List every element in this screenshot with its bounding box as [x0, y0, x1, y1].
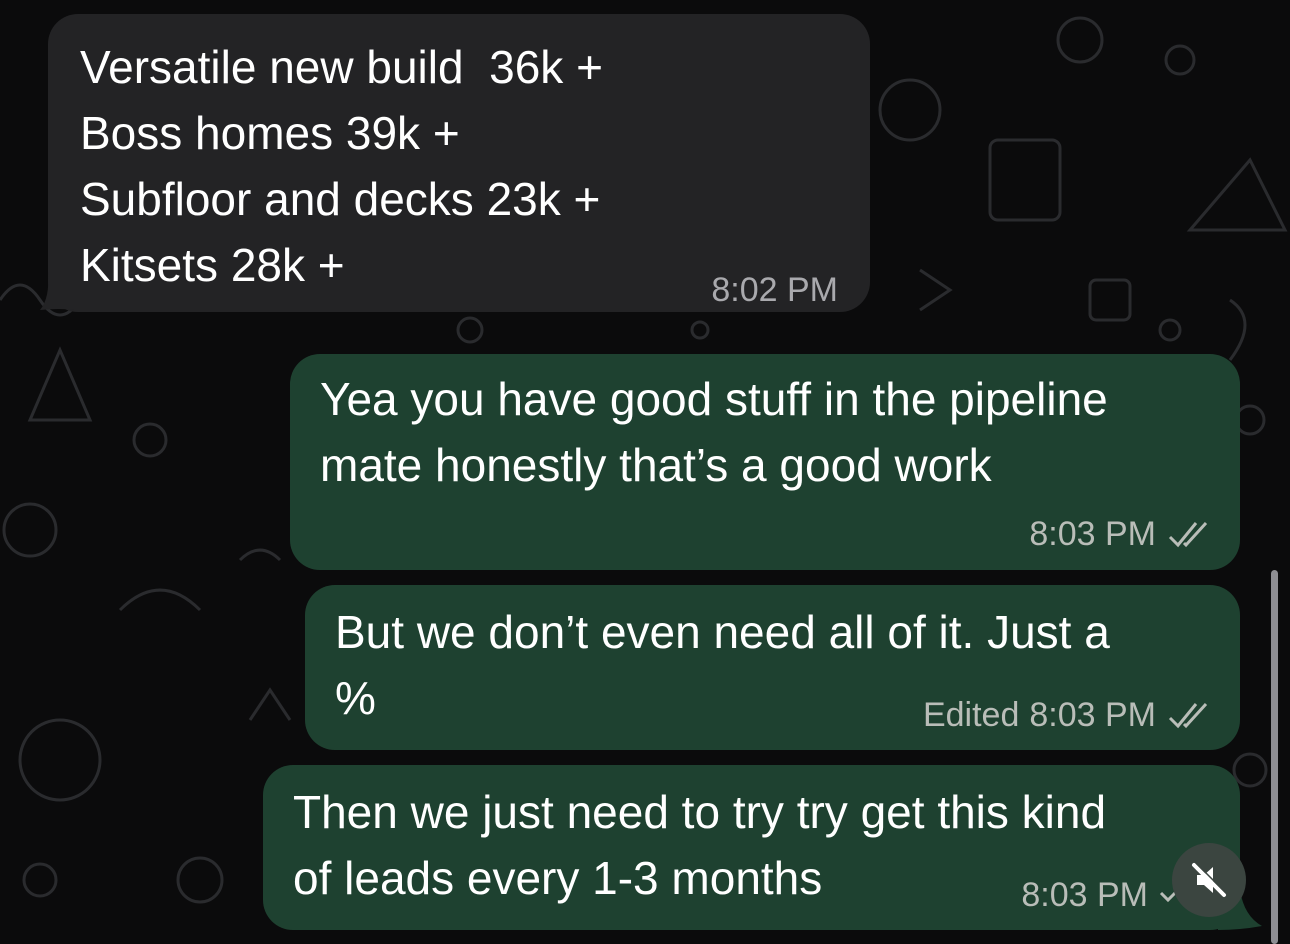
message-text-line: But we don’t even need all of it. Just a: [335, 606, 1110, 658]
message-bubble-outgoing[interactable]: Yea you have good stuff in the pipeline …: [290, 354, 1240, 570]
message-time: 8:03 PM: [1021, 876, 1148, 914]
edited-label: Edited: [922, 696, 1020, 734]
message-bubble-outgoing[interactable]: But we don’t even need all of it. Just a…: [305, 585, 1240, 750]
chat-scrollbar[interactable]: [1271, 570, 1278, 944]
message-time: 8:02 PM: [711, 271, 838, 309]
message-time: 8:03 PM: [1029, 515, 1156, 553]
bubble-tail-incoming: [40, 272, 74, 310]
message-meta: 8:02 PM: [711, 270, 838, 310]
message-meta: 8:03 PM: [1029, 514, 1212, 554]
message-text-line: Boss homes 39k +: [80, 107, 460, 159]
message-text-line: Subfloor and decks 23k +: [80, 173, 601, 225]
message-text-line: Versatile new build 36k +: [80, 41, 603, 93]
message-meta: Edited 8:03 PM: [923, 695, 1212, 735]
message-bubble-outgoing[interactable]: Then we just need to try try get this ki…: [263, 765, 1240, 930]
message-meta: 8:03 PM: [1021, 875, 1178, 915]
message-time: 8:03 PM: [1029, 696, 1156, 734]
message-bubble-incoming[interactable]: Versatile new build 36k + Boss homes 39k…: [48, 14, 870, 312]
read-double-check-icon: [1168, 702, 1208, 729]
message-text-line: Yea you have good stuff in the pipeline: [320, 373, 1108, 425]
message-text-line: mate honestly that’s a good work: [320, 439, 992, 491]
mute-toggle-button[interactable]: [1172, 843, 1246, 917]
read-double-check-icon: [1168, 521, 1208, 548]
speaker-muted-icon: [1192, 862, 1227, 897]
message-text-line: Then we just need to try try get this ki…: [293, 786, 1107, 838]
